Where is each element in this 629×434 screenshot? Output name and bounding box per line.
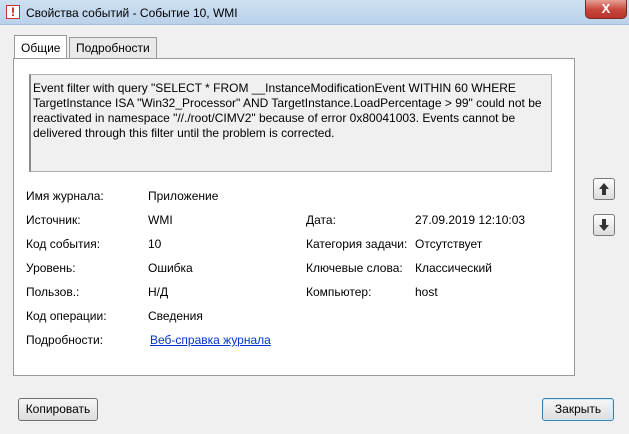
general-tab-panel: Event filter with query "SELECT * FROM _… <box>13 58 575 376</box>
arrow-down-icon <box>599 219 609 231</box>
opcode-label: Код операции: <box>26 309 107 323</box>
tab-general[interactable]: Общие <box>14 35 68 58</box>
date-value: 27.09.2019 12:10:03 <box>415 213 526 227</box>
user-label: Пользов.: <box>26 285 80 299</box>
event-id-value: 10 <box>148 237 162 251</box>
previous-event-button[interactable] <box>593 178 615 200</box>
title-bar: ! Свойства событий - Событие 10, WMI X <box>0 0 629 25</box>
user-value: Н/Д <box>148 285 169 299</box>
source-value: WMI <box>148 213 173 227</box>
copy-button[interactable]: Копировать <box>18 398 98 421</box>
computer-value: host <box>415 285 438 299</box>
task-category-label: Категория задачи: <box>306 237 408 251</box>
level-label: Уровень: <box>26 261 76 275</box>
arrow-up-icon <box>599 183 609 195</box>
more-info-label: Подробности: <box>26 333 104 347</box>
log-name-label: Имя журнала: <box>26 189 104 203</box>
computer-label: Компьютер: <box>306 285 372 299</box>
level-value: Ошибка <box>148 261 193 275</box>
log-name-value: Приложение <box>148 189 219 203</box>
task-category-value: Отсутствует <box>415 237 483 251</box>
date-label: Дата: <box>306 213 336 227</box>
source-label: Источник: <box>26 213 81 227</box>
window-title: Свойства событий - Событие 10, WMI <box>26 6 238 20</box>
event-description[interactable]: Event filter with query "SELECT * FROM _… <box>29 74 552 172</box>
online-help-link[interactable]: Веб-справка журнала <box>150 333 271 347</box>
keywords-label: Ключевые слова: <box>306 261 403 275</box>
event-id-label: Код события: <box>26 237 101 251</box>
close-button[interactable]: Закрыть <box>542 398 614 421</box>
opcode-value: Сведения <box>148 309 203 323</box>
event-properties-icon: ! <box>6 5 20 19</box>
tab-details[interactable]: Подробности <box>69 37 157 59</box>
window-close-button[interactable]: X <box>585 0 627 19</box>
keywords-value: Классический <box>415 261 492 275</box>
next-event-button[interactable] <box>593 214 615 236</box>
